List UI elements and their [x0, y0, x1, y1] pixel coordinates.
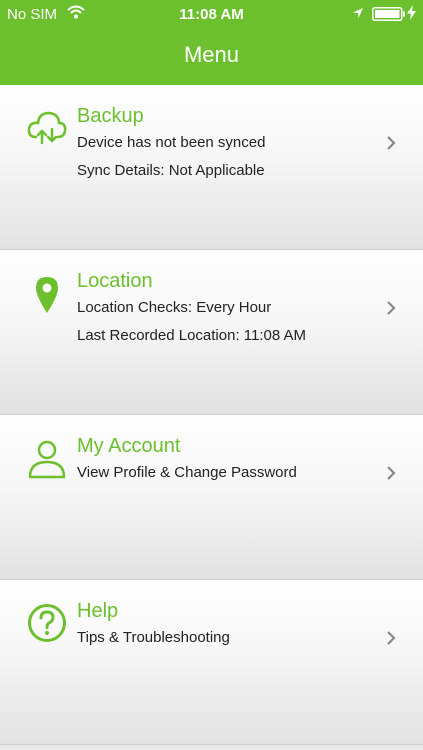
chevron-right-icon: [386, 465, 396, 486]
menu-item-location[interactable]: Location Location Checks: Every Hour Las…: [0, 250, 423, 415]
user-icon: [26, 437, 68, 479]
question-circle-icon: [26, 602, 68, 644]
menu-list: Backup Device has not been synced Sync D…: [0, 85, 423, 745]
cloud-sync-icon: [26, 107, 68, 149]
battery-icon: [372, 7, 406, 25]
chevron-right-icon: [386, 300, 396, 321]
charging-bolt-icon: [407, 5, 416, 24]
page-title: Menu: [183, 42, 240, 67]
menu-item-detail: Sync Details: Not Applicable: [77, 162, 265, 179]
chevron-right-icon: [386, 135, 396, 156]
menu-item-help[interactable]: Help Tips & Troubleshooting: [0, 580, 423, 745]
menu-item-label: Help: [77, 600, 119, 622]
menu-item-backup[interactable]: Backup Device has not been synced Sync D…: [0, 85, 423, 250]
menu-item-detail: Tips & Troubleshooting: [77, 629, 230, 646]
menu-item-detail: Location Checks: Every Hour: [77, 299, 272, 316]
menu-item-detail: Device has not been synced: [77, 134, 266, 151]
location-arrow-icon: [352, 6, 364, 23]
app-header: No SIM 11:08 AM Menu: [0, 0, 423, 85]
menu-item-my-account[interactable]: My Account View Profile & Change Passwor…: [0, 415, 423, 580]
status-bar: No SIM 11:08 AM: [0, 0, 423, 28]
menu-item-label: Backup: [77, 105, 144, 127]
menu-item-detail: Last Recorded Location: 11:08 AM: [77, 327, 307, 344]
chevron-right-icon: [386, 630, 396, 651]
menu-item-label: Location: [77, 270, 153, 292]
map-pin-icon: [26, 272, 68, 314]
menu-item-detail: View Profile & Change Password: [77, 464, 297, 481]
menu-item-label: My Account: [77, 435, 181, 457]
